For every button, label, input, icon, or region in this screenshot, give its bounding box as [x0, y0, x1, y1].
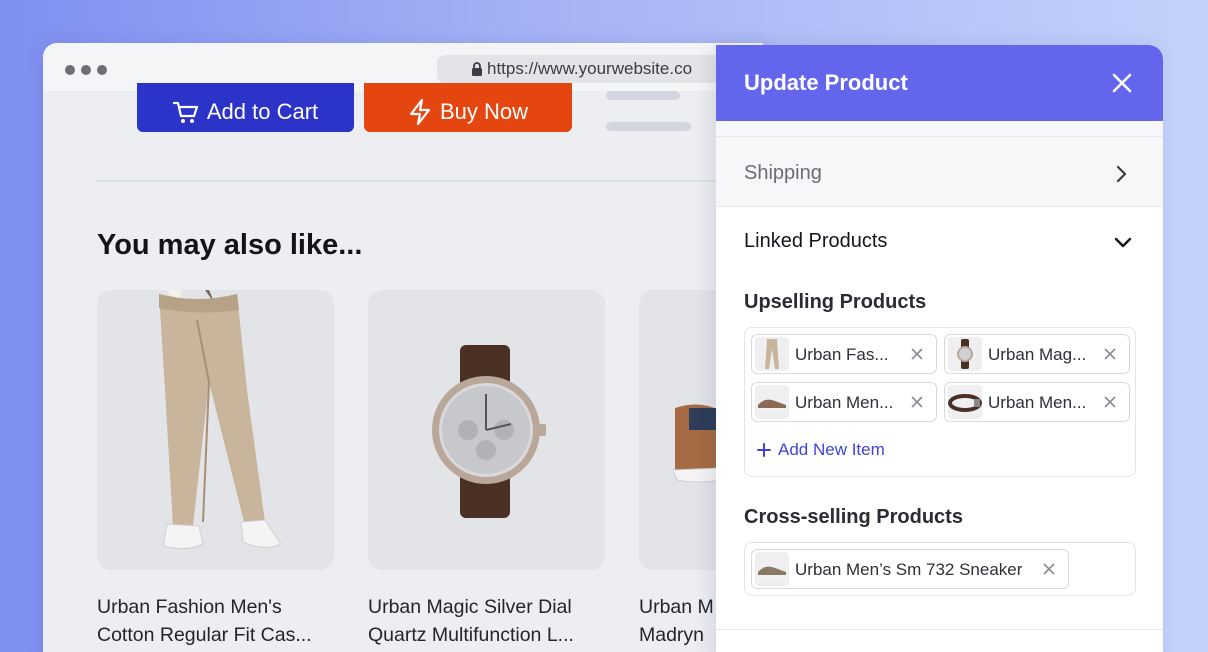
update-product-panel: Update Product Shipping Linked Products … [716, 45, 1163, 652]
pants-thumbnail-icon [755, 337, 789, 371]
upselling-chip: Urban Men... [944, 382, 1130, 422]
placeholder-line [606, 91, 680, 100]
cross-selling-products-field[interactable]: Urban Men’s Sm 732 Sneaker [744, 542, 1136, 596]
product-title[interactable]: Urban Magic Silver Dial Quartz Multifunc… [368, 593, 618, 649]
placeholder-line [606, 122, 691, 131]
sneaker-thumbnail-icon [755, 385, 789, 419]
sneaker-thumbnail-icon [755, 552, 789, 586]
remove-icon[interactable] [1103, 395, 1117, 409]
shipping-section-row[interactable]: Shipping [716, 137, 1163, 207]
cart-icon [172, 101, 198, 123]
add-to-cart-label: Add to Cart [206, 98, 319, 124]
add-new-item-label: Add New Item [778, 440, 885, 459]
product-title-line: Urban Magic Silver Dial [368, 596, 572, 618]
upselling-title: Upselling Products [744, 291, 927, 313]
window-dot-icon [65, 65, 75, 75]
add-new-item-link[interactable]: Add New Item [756, 440, 885, 460]
address-bar[interactable]: https://www.yourwebsite.co [437, 55, 763, 83]
remove-icon[interactable] [1042, 562, 1056, 576]
upselling-chip: Urban Mag... [944, 334, 1130, 374]
url-text: https://www.yourwebsite.co [487, 59, 693, 78]
product-card-image[interactable] [97, 290, 334, 570]
close-icon[interactable] [1110, 71, 1134, 95]
product-title-line: Quartz Multifunction L... [368, 624, 574, 646]
buy-now-label: Buy Now [439, 98, 529, 124]
add-to-cart-button[interactable]: Add to Cart [137, 83, 354, 132]
chip-label: Urban Mag... [988, 345, 1087, 364]
cross-selling-chip: Urban Men’s Sm 732 Sneaker [751, 549, 1069, 589]
product-card-image[interactable] [368, 290, 605, 570]
chip-label: Urban Men... [795, 393, 894, 412]
chevron-down-icon[interactable] [1114, 235, 1132, 249]
lock-icon [472, 62, 482, 76]
remove-icon[interactable] [910, 395, 924, 409]
section-title: You may also like... [97, 229, 363, 261]
belt-thumbnail-icon [948, 385, 982, 419]
cross-selling-title: Cross-selling Products [744, 506, 963, 528]
pants-image [159, 290, 282, 550]
plus-icon [757, 443, 771, 457]
chip-label: Urban Fas... [795, 345, 889, 364]
chip-label: Urban Men’s Sm 732 Sneaker [795, 560, 1023, 579]
window-dot-icon [81, 65, 91, 75]
remove-icon[interactable] [910, 347, 924, 361]
browser-window: https://www.yourwebsite.co Add to Cart B… [43, 43, 763, 652]
watch-image [432, 345, 546, 518]
panel-title: Update Product [744, 70, 908, 95]
upselling-chip: Urban Fas... [751, 334, 937, 374]
watch-thumbnail-icon [948, 337, 982, 371]
shipping-label: Shipping [744, 162, 822, 184]
chip-label: Urban Men... [988, 393, 1087, 412]
section-divider [97, 180, 737, 182]
buy-now-button[interactable]: Buy Now [364, 83, 572, 132]
panel-divider [716, 629, 1163, 630]
upselling-chip: Urban Men... [751, 382, 937, 422]
chevron-right-icon[interactable] [1114, 165, 1128, 183]
product-title-line: Urban Fashion Men's [97, 596, 282, 618]
panel-spacer [716, 121, 1163, 137]
linked-products-label[interactable]: Linked Products [744, 230, 887, 253]
remove-icon[interactable] [1103, 347, 1117, 361]
panel-header: Update Product [716, 45, 1163, 121]
lightning-icon [409, 98, 431, 125]
product-title[interactable]: Urban Fashion Men's Cotton Regular Fit C… [97, 593, 347, 649]
window-dot-icon [97, 65, 107, 75]
product-title-line: Cotton Regular Fit Cas... [97, 624, 312, 646]
